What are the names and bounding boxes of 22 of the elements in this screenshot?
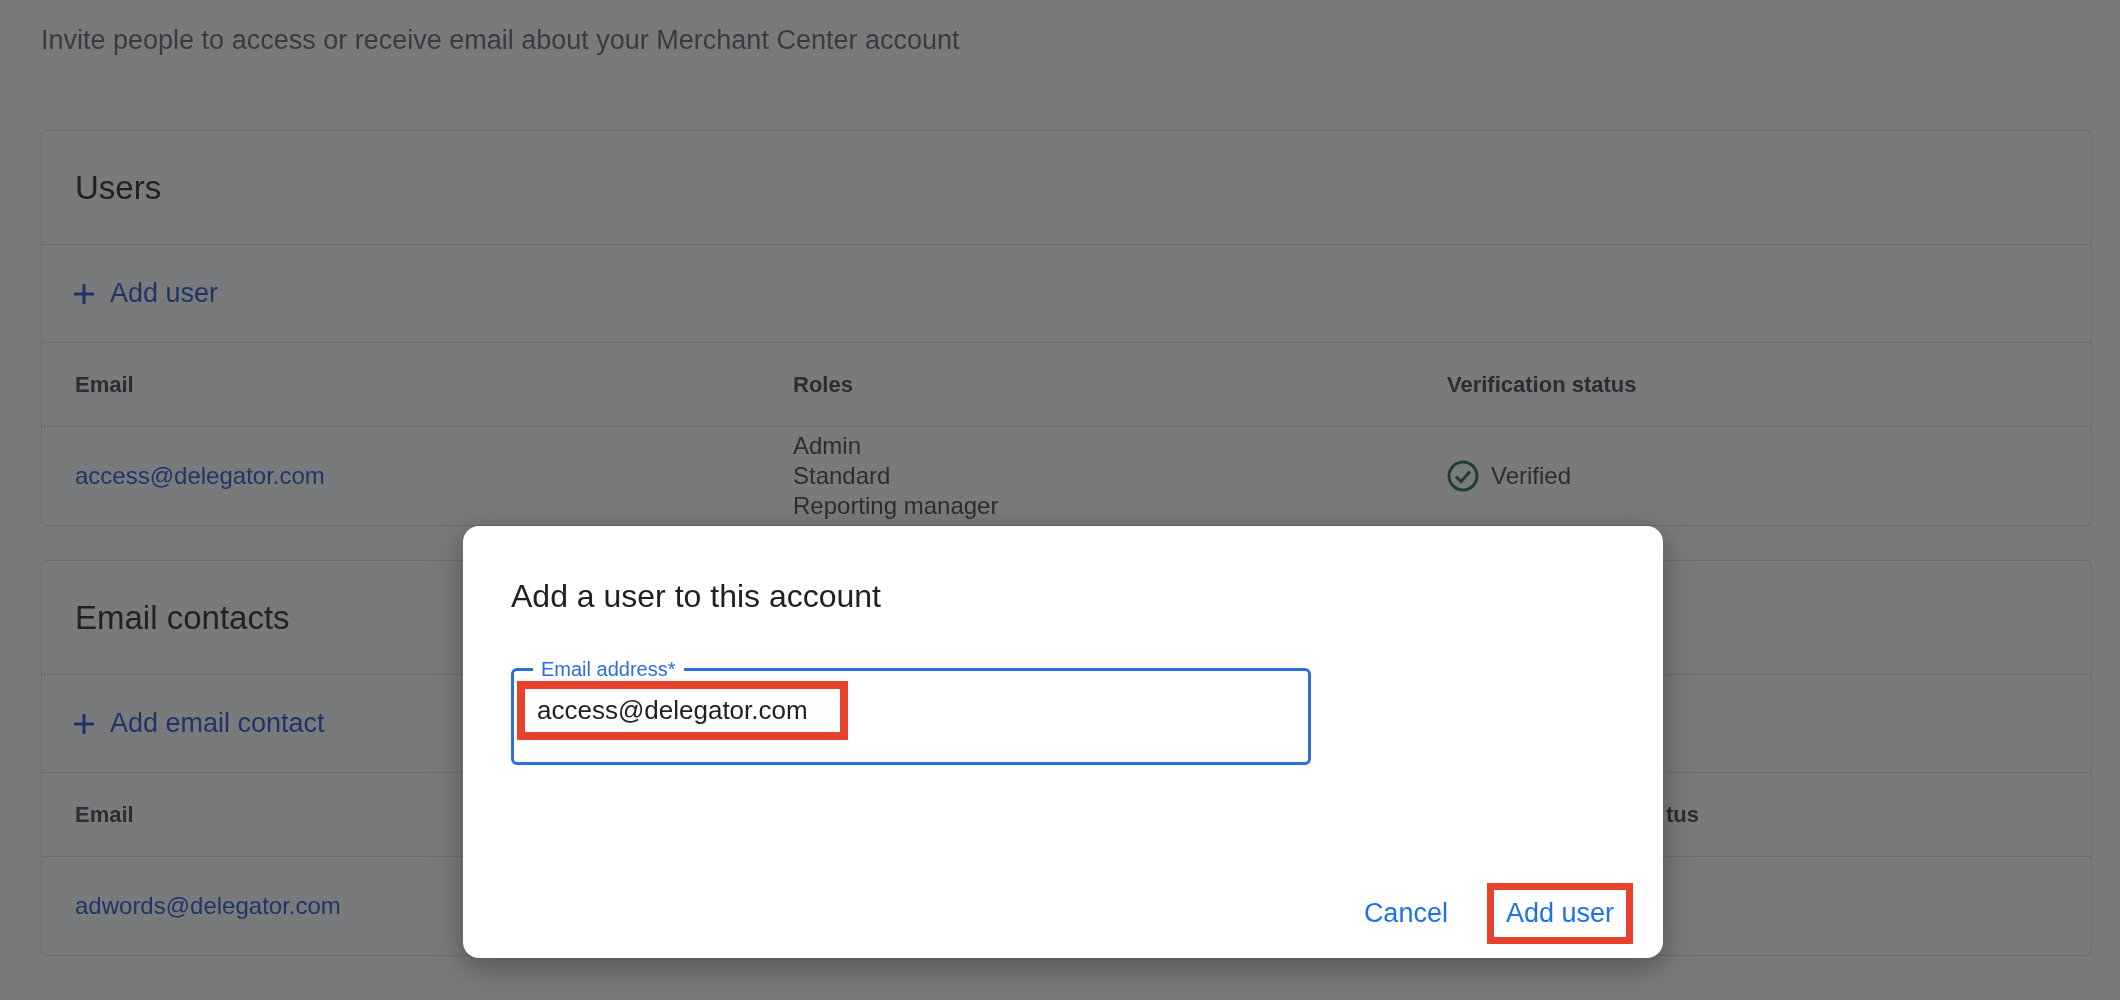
add-link[interactable]: Add email contact — [72, 708, 325, 739]
plus-icon — [72, 281, 96, 306]
page-subtitle: Invite people to access or receive email about your Merchant Center account — [41, 25, 961, 56]
column-header: Email — [74, 371, 135, 398]
field-label: Email address* — [540, 657, 677, 681]
status-text: Verified — [1491, 462, 1572, 490]
section-title: Email contacts — [75, 598, 290, 637]
column-header: Verification status — [1446, 371, 1638, 398]
column-header: tus — [1665, 801, 1700, 828]
email-link[interactable]: access@delegator.com — [75, 462, 325, 490]
section-title: Users — [75, 168, 162, 207]
input-field[interactable]: access@delegator.com — [517, 681, 849, 740]
plus-icon — [72, 711, 96, 736]
add-link[interactable]: Add user — [72, 278, 219, 309]
dialog-button[interactable]: Add user — [1486, 883, 1633, 944]
role-text: Reporting manager — [793, 491, 999, 521]
role-text: Admin — [793, 431, 863, 461]
role-text: Standard — [793, 461, 892, 491]
column-header: Email — [74, 801, 135, 828]
dialog-title: Add a user to this account — [511, 578, 882, 615]
email-link[interactable]: adwords@delegator.com — [75, 892, 341, 920]
column-header: Roles — [792, 371, 854, 398]
